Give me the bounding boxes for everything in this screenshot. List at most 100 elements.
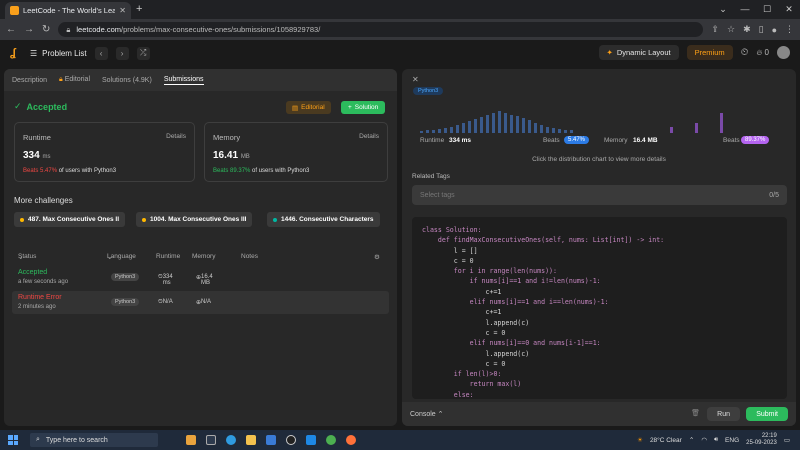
maximize-icon[interactable]: ☐ bbox=[756, 0, 778, 19]
row-status[interactable]: Runtime Error bbox=[18, 294, 62, 301]
runtime-label: Runtime bbox=[23, 133, 51, 142]
back-icon[interactable]: ← bbox=[6, 24, 16, 35]
url-host: leetcode.com bbox=[76, 25, 121, 34]
address-bar-row: ← → ↻ 🔒︎ leetcode.com/problems/max-conse… bbox=[0, 19, 800, 40]
lock-icon: 🔒︎ bbox=[66, 24, 71, 34]
task-view-icon[interactable] bbox=[206, 435, 216, 445]
weather-icon[interactable]: ☀ bbox=[637, 436, 643, 444]
memory-label: Memory bbox=[604, 137, 628, 144]
prev-problem-button[interactable]: ‹ bbox=[94, 46, 108, 60]
minimize-icon[interactable]: — bbox=[734, 0, 756, 19]
tab-submissions[interactable]: Submissions bbox=[163, 76, 204, 85]
memory-card[interactable]: Memory Details 16.41 MB Beats 89.37% of … bbox=[204, 122, 388, 182]
distribution-chart[interactable] bbox=[420, 109, 790, 133]
forward-icon[interactable]: → bbox=[24, 24, 34, 35]
runtime-card[interactable]: Runtime Details 334 ms Beats 5.47% of us… bbox=[14, 122, 195, 182]
distribution-bar bbox=[564, 130, 567, 133]
windows-start-icon[interactable] bbox=[8, 435, 18, 445]
challenge-chip[interactable]: 1446. Consecutive Characters bbox=[267, 212, 380, 227]
close-tab-icon[interactable]: ✕ bbox=[119, 6, 126, 15]
table-row[interactable]: Runtime Error 2 minutes ago Python3 ⏲ N/… bbox=[12, 291, 389, 314]
trash-icon[interactable]: 🗑︎ bbox=[691, 409, 700, 417]
solution-button[interactable]: + Solution bbox=[341, 101, 386, 114]
col-language[interactable]: Language ⌄ bbox=[107, 253, 136, 261]
taskbar-apps bbox=[186, 435, 356, 445]
store-icon[interactable] bbox=[266, 435, 276, 445]
distribution-bar bbox=[510, 115, 513, 133]
dell-icon[interactable] bbox=[286, 435, 296, 445]
challenge-chip[interactable]: 487. Max Consecutive Ones II bbox=[14, 212, 126, 227]
problem-list-button[interactable]: ☰ Problem List bbox=[30, 49, 87, 58]
widgets-icon[interactable] bbox=[186, 435, 196, 445]
window-controls: ⌄ — ☐ ✕ bbox=[712, 0, 800, 19]
timer-icon[interactable]: ⏲ bbox=[741, 47, 749, 58]
share-icon[interactable]: ⇪ bbox=[711, 24, 719, 35]
close-icon[interactable]: ✕ bbox=[412, 75, 419, 84]
mail-icon[interactable] bbox=[306, 435, 316, 445]
distribution-bar bbox=[570, 130, 573, 133]
tab-solutions[interactable]: Solutions (4.9K) bbox=[102, 77, 152, 84]
col-status[interactable]: Status ⌄ bbox=[18, 253, 36, 261]
code-viewer[interactable]: class Solution: def findMaxConsecutiveOn… bbox=[412, 217, 787, 399]
beats-label: Beats bbox=[543, 137, 560, 144]
tab-editorial[interactable]: 🔒︎ Editorial bbox=[59, 76, 90, 84]
row-status[interactable]: Accepted bbox=[18, 269, 47, 276]
browser-tab[interactable]: LeetCode - The World's Leading ✕ bbox=[5, 2, 131, 19]
row-runtime: ⏲ N/A bbox=[158, 299, 173, 305]
settings-gear-icon[interactable]: ⚙ bbox=[374, 253, 380, 261]
editorial-button[interactable]: ▤ Editorial bbox=[286, 101, 331, 114]
edge-icon[interactable] bbox=[226, 435, 236, 445]
run-button[interactable]: Run bbox=[707, 407, 740, 421]
code-line: elif nums[i]==0 and nums[i-1]==1: bbox=[422, 339, 601, 348]
tab-title: LeetCode - The World's Leading bbox=[23, 6, 116, 15]
console-bar: Console ⌃ 🗑︎ Run Submit bbox=[402, 402, 796, 426]
code-line: c = 0 bbox=[422, 256, 474, 265]
extensions-icon[interactable]: ✱ bbox=[743, 24, 751, 35]
sidepanel-icon[interactable]: ▯ bbox=[759, 24, 764, 35]
clock[interactable]: 22:19 25-09-2023 bbox=[746, 433, 777, 447]
avatar[interactable] bbox=[777, 46, 790, 59]
chrome-menu-icon[interactable]: ⋮ bbox=[785, 24, 794, 35]
chrome-icon[interactable] bbox=[326, 435, 336, 445]
lang-indicator[interactable]: ENG bbox=[725, 437, 739, 444]
runtime-details-link[interactable]: Details bbox=[166, 133, 186, 140]
url-input[interactable]: 🔒︎ leetcode.com/problems/max-consecutive… bbox=[58, 22, 704, 37]
weather-text[interactable]: 28°C Clear bbox=[650, 437, 682, 444]
tags-select[interactable]: Select tags 0/5 bbox=[412, 185, 787, 205]
leetcode-logo-icon[interactable]: ʆ bbox=[10, 47, 22, 59]
tab-search-icon[interactable]: ⌄ bbox=[712, 0, 734, 19]
table-row[interactable]: Accepted a few seconds ago Python3 ⏲ 334… bbox=[12, 266, 389, 289]
bookmark-star-icon[interactable]: ☆ bbox=[727, 24, 735, 35]
next-problem-button[interactable]: › bbox=[115, 46, 129, 60]
row-language: Python3 bbox=[111, 298, 140, 306]
challenge-chip[interactable]: 1004. Max Consecutive Ones III bbox=[136, 212, 253, 227]
dynamic-layout-button[interactable]: ✦ Dynamic Layout bbox=[598, 45, 679, 60]
tab-description[interactable]: Description bbox=[12, 77, 47, 84]
taskbar-search[interactable]: ⌕ Type here to search bbox=[30, 433, 158, 447]
notification-icon[interactable]: ▭ bbox=[784, 436, 790, 444]
distribution-bar bbox=[670, 127, 673, 133]
volume-icon[interactable]: 🔊︎ bbox=[714, 436, 718, 444]
tags-count: 0/5 bbox=[769, 191, 779, 199]
distribution-bar bbox=[438, 129, 441, 133]
code-line: if nums[i]==1 and i!=len(nums)-1: bbox=[422, 277, 601, 286]
distribution-bar bbox=[534, 123, 537, 133]
close-window-icon[interactable]: ✕ bbox=[778, 0, 800, 19]
console-toggle[interactable]: Console ⌃ bbox=[410, 410, 444, 418]
reload-icon[interactable]: ↻ bbox=[42, 24, 50, 35]
submit-button[interactable]: Submit bbox=[746, 407, 788, 421]
distribution-bar bbox=[444, 128, 447, 133]
shuffle-icon[interactable]: ⤮ bbox=[136, 46, 150, 60]
new-tab-icon[interactable]: + bbox=[136, 3, 142, 15]
memory-details-link[interactable]: Details bbox=[359, 133, 379, 140]
wifi-icon[interactable]: ◠ bbox=[701, 436, 707, 444]
tray-chevron-icon[interactable]: ⌃ bbox=[689, 436, 694, 444]
code-line: return max(l) bbox=[422, 380, 522, 389]
firefox-icon[interactable] bbox=[346, 435, 356, 445]
premium-button[interactable]: Premium bbox=[686, 45, 733, 60]
runtime-beats: Beats 5.47% of users with Python3 bbox=[23, 168, 117, 174]
distribution-bar bbox=[522, 118, 525, 133]
profile-icon[interactable]: ● bbox=[772, 25, 777, 35]
streak-counter[interactable]: 🔥︎ 0 bbox=[756, 48, 769, 58]
file-explorer-icon[interactable] bbox=[246, 435, 256, 445]
